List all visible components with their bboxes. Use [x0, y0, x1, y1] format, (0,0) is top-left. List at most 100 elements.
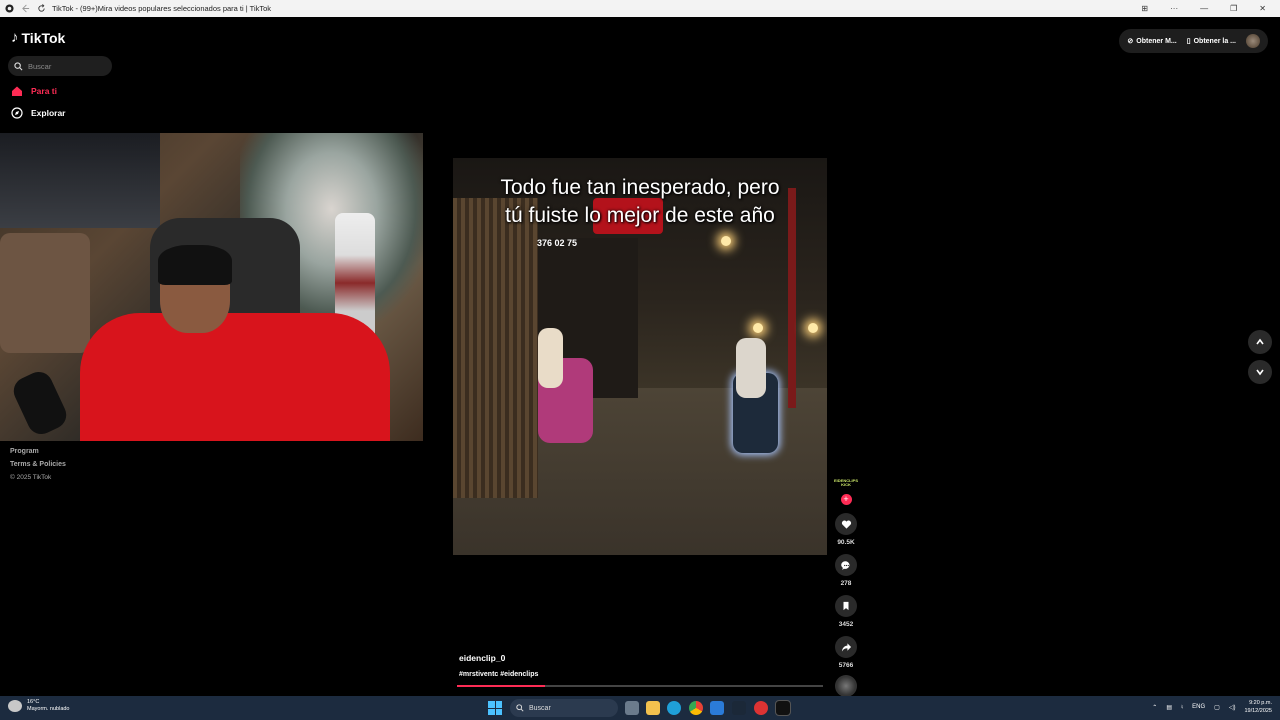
tiktok-logo[interactable]: ♪ TikTok	[11, 29, 65, 46]
bookmark-icon	[843, 601, 849, 611]
task-view-icon[interactable]	[625, 701, 639, 715]
system-tray: ⌃ ▤ ♮ ENG ▢ ◁) 9:20 p.m. 19/12/2025	[1152, 699, 1272, 715]
browser-tab-title: TikTok - (99+)Mira videos populares sele…	[52, 4, 272, 13]
video-hashtags[interactable]: #mrstiventc #eidenclips	[459, 671, 538, 678]
music-disc-icon[interactable]	[835, 675, 857, 697]
previous-video-button[interactable]	[1248, 330, 1272, 354]
language-indicator[interactable]: ENG	[1192, 704, 1205, 710]
start-button[interactable]	[488, 701, 502, 715]
search-box[interactable]	[8, 56, 112, 76]
weather-widget[interactable]: 16°C Mayorm. nublado	[8, 699, 70, 713]
taskbar-search[interactable]: Buscar	[510, 699, 618, 717]
more-options-icon[interactable]: ···	[1170, 4, 1178, 13]
heart-icon	[841, 520, 851, 529]
video-progress-fill	[457, 685, 545, 687]
sidebar-item-label: Para ti	[31, 86, 57, 96]
video-caption: Todo fue tan inesperado, pero tú fuiste …	[453, 174, 827, 230]
weather-description: Mayorm. nublado	[27, 706, 70, 712]
clock[interactable]: 9:20 p.m. 19/12/2025	[1244, 699, 1272, 715]
microphone-icon[interactable]: ♮	[1181, 704, 1183, 711]
video-progress-bar[interactable]	[457, 685, 823, 687]
video-player[interactable]: 376 02 75 Todo fue tan inesperado, pero …	[453, 158, 827, 555]
like-count: 90.5K	[837, 539, 855, 546]
file-explorer-icon[interactable]	[646, 701, 660, 715]
date: 19/12/2025	[1244, 708, 1272, 714]
video-rider-woman	[538, 328, 563, 388]
close-button[interactable]: ✕	[1259, 4, 1266, 13]
header-actions: ⊘ Obtener M... ▯ Obtener la ...	[1119, 29, 1268, 53]
copyright-text: © 2025 TikTok	[10, 474, 52, 481]
video-rider-man	[736, 338, 766, 398]
windows-taskbar: 16°C Mayorm. nublado Buscar ⌃ ▤ ♮ ENG ▢ …	[0, 696, 1280, 720]
next-video-button[interactable]	[1248, 360, 1272, 384]
app-icon-red[interactable]	[754, 701, 768, 715]
coin-icon: ⊘	[1127, 38, 1134, 45]
browser-app-icon	[4, 4, 14, 14]
edge-icon[interactable]	[667, 701, 681, 715]
sidebar-footer: Program Terms & Policies © 2025 TikTok	[10, 445, 66, 484]
tiktok-page: ♪ TikTok Para ti Explorar Program Terms …	[0, 17, 1280, 697]
video-car-light	[753, 323, 763, 333]
tiktok-note-icon: ♪	[11, 29, 19, 46]
temperature: 16°C	[27, 699, 40, 705]
reload-icon[interactable]	[36, 4, 46, 14]
minimize-button[interactable]: —	[1200, 4, 1208, 13]
search-input[interactable]	[28, 61, 108, 71]
back-arrow-icon[interactable]	[20, 4, 30, 14]
save-button[interactable]	[835, 595, 857, 617]
sidebar-item-label: Explorar	[31, 108, 66, 118]
share-button[interactable]	[835, 636, 857, 658]
video-car-light	[808, 323, 818, 333]
cloud-icon	[8, 700, 22, 712]
webcam-window-background	[0, 133, 160, 228]
video-sign-text: 376 02 75	[537, 238, 578, 248]
restore-button[interactable]: ❐	[1230, 4, 1237, 13]
get-coins-label: Obtener M...	[1136, 37, 1177, 45]
time: 9:20 p.m.	[1249, 700, 1272, 706]
sidebar-item-for-you[interactable]: Para ti	[11, 85, 57, 97]
webcam-person-hoodie	[80, 313, 390, 441]
comment-button[interactable]	[835, 554, 857, 576]
caption-line-1: Todo fue tan inesperado, pero	[500, 176, 780, 199]
video-streetlight	[721, 236, 731, 246]
get-app-button[interactable]: ▯ Obtener la ...	[1186, 37, 1236, 46]
home-icon	[12, 86, 22, 96]
get-app-label: Obtener la ...	[1193, 37, 1236, 45]
compass-icon	[11, 107, 23, 119]
terms-link[interactable]: Terms & Policies	[10, 458, 66, 471]
creator-badge-text: EIDENCLIPS KICK	[834, 478, 859, 487]
chevron-up-icon[interactable]: ⌃	[1152, 704, 1157, 711]
share-count: 5766	[838, 662, 854, 669]
browser-title-bar: TikTok - (99+)Mira videos populares sele…	[0, 0, 1280, 17]
chevron-down-icon	[1256, 369, 1264, 376]
follow-plus-icon[interactable]: +	[840, 494, 852, 505]
comment-count: 278	[840, 580, 852, 587]
caption-line-2: tú fuiste lo mejor de este año	[505, 204, 775, 227]
network-icon[interactable]: ▤	[1166, 704, 1172, 711]
display-icon[interactable]: ▢	[1214, 704, 1220, 711]
sidebar-item-explore[interactable]: Explorar	[11, 107, 66, 119]
video-fence	[453, 198, 538, 498]
video-author[interactable]: eidenclip_0	[459, 653, 505, 663]
creator-avatar[interactable]: EIDENCLIPS KICK	[834, 479, 858, 493]
search-icon	[516, 704, 524, 712]
get-coins-button[interactable]: ⊘ Obtener M...	[1127, 37, 1177, 46]
webcam-microphone	[9, 367, 71, 439]
app-icon-blue[interactable]	[710, 701, 724, 715]
taskbar-search-label: Buscar	[529, 704, 551, 712]
webcam-overlay	[0, 133, 423, 441]
program-link[interactable]: Program	[10, 445, 66, 458]
steam-icon[interactable]	[732, 701, 746, 715]
webcam-person-headphones	[158, 245, 232, 285]
translate-icon[interactable]: ⊞	[1141, 4, 1148, 13]
profile-avatar[interactable]	[1246, 34, 1260, 48]
like-button[interactable]	[835, 513, 857, 535]
volume-icon[interactable]: ◁)	[1229, 704, 1236, 711]
phone-icon: ▯	[1186, 38, 1191, 45]
tiktok-app-icon[interactable]	[775, 700, 791, 716]
chrome-icon[interactable]	[689, 701, 703, 715]
action-rail: EIDENCLIPS KICK + 90.5K 278 3452 5766	[834, 479, 858, 697]
search-icon	[14, 61, 23, 70]
comment-icon	[840, 560, 849, 570]
logo-text: TikTok	[21, 29, 66, 46]
